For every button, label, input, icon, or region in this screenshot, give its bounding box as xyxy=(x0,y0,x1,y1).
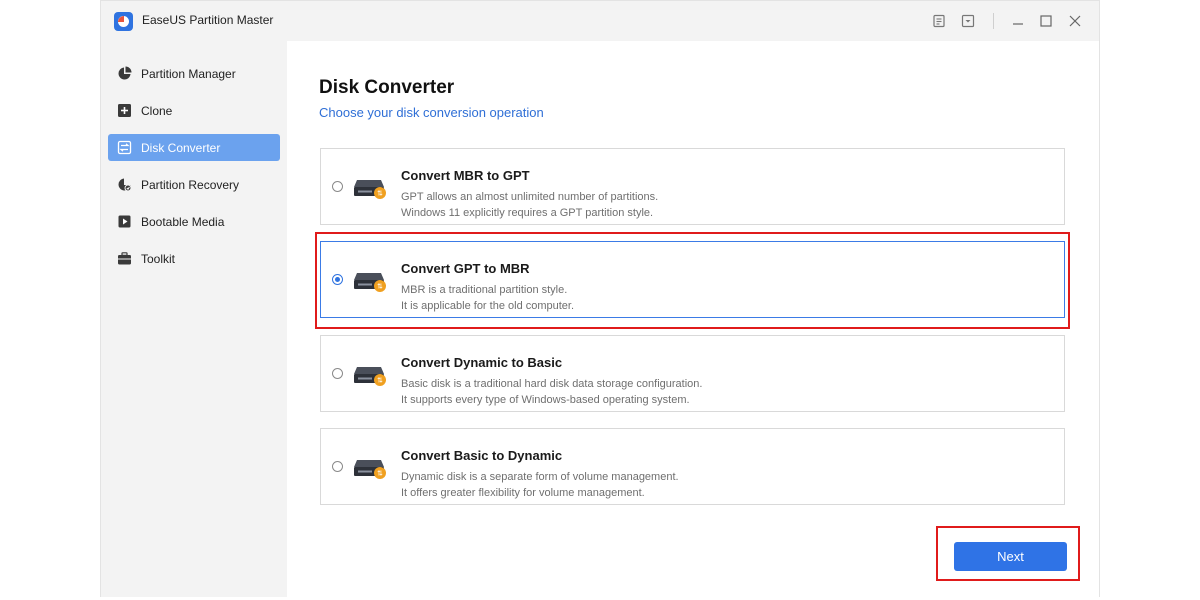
svg-text:⇅: ⇅ xyxy=(377,283,383,291)
pie-chart-icon xyxy=(116,66,132,82)
option-description-line2: Windows 11 explicitly requires a GPT par… xyxy=(401,207,654,219)
sidebar-item-label: Partition Manager xyxy=(141,66,236,81)
maximize-icon[interactable] xyxy=(1038,13,1054,29)
radio-button[interactable] xyxy=(332,461,343,472)
sidebar-item-label: Bootable Media xyxy=(141,214,225,229)
main-content: Disk Converter Choose your disk conversi… xyxy=(287,41,1099,597)
sidebar-item-toolkit[interactable]: Toolkit xyxy=(108,245,280,272)
option-title: Convert GPT to MBR xyxy=(401,261,530,276)
option-title: Convert Basic to Dynamic xyxy=(401,448,563,463)
toolkit-icon xyxy=(116,251,132,267)
download-icon[interactable] xyxy=(960,13,976,29)
option-description-line2: It offers greater flexibility for volume… xyxy=(401,487,645,499)
radio-button[interactable] xyxy=(332,181,343,192)
hard-disk-icon: ⇅ xyxy=(354,273,386,292)
svg-text:⇅: ⇅ xyxy=(377,190,383,198)
partition-recovery-icon xyxy=(116,177,132,193)
svg-text:⇅: ⇅ xyxy=(377,377,383,385)
svg-text:⇅: ⇅ xyxy=(377,470,383,478)
page-title: Disk Converter xyxy=(319,77,455,98)
option-dynamic-to-basic[interactable]: ⇅ Convert Dynamic to Basic Basic disk is… xyxy=(320,335,1065,412)
option-title: Convert MBR to GPT xyxy=(401,168,530,183)
sidebar-item-clone[interactable]: Clone xyxy=(108,97,280,124)
minimize-icon[interactable] xyxy=(1010,13,1026,29)
sidebar-item-disk-converter[interactable]: Disk Converter xyxy=(108,134,280,161)
radio-button-selected[interactable] xyxy=(332,274,343,285)
sidebar-item-label: Partition Recovery xyxy=(141,177,240,192)
radio-button[interactable] xyxy=(332,368,343,379)
sidebar-item-partition-manager[interactable]: Partition Manager xyxy=(108,60,280,87)
sidebar-item-label: Toolkit xyxy=(141,251,176,266)
sidebar-item-label: Disk Converter xyxy=(141,140,221,155)
disk-converter-icon xyxy=(116,140,132,156)
app-window: EaseUS Partition Master Partition Manage… xyxy=(100,0,1100,597)
titlebar-separator xyxy=(993,13,994,29)
option-description-line2: It is applicable for the old computer. xyxy=(401,300,575,312)
next-button[interactable]: Next xyxy=(954,542,1067,571)
sidebar-item-label: Clone xyxy=(141,103,173,118)
option-basic-to-dynamic[interactable]: ⇅ Convert Basic to Dynamic Dynamic disk … xyxy=(320,428,1065,505)
option-description-line1: Dynamic disk is a separate form of volum… xyxy=(401,471,679,483)
option-mbr-to-gpt[interactable]: ⇅ Convert MBR to GPT GPT allows an almos… xyxy=(320,148,1065,225)
feedback-icon[interactable] xyxy=(931,13,947,29)
option-description-line2: It supports every type of Windows-based … xyxy=(401,394,690,406)
clone-icon xyxy=(116,103,132,119)
hard-disk-icon: ⇅ xyxy=(354,367,386,386)
option-title: Convert Dynamic to Basic xyxy=(401,355,563,370)
bootable-media-icon xyxy=(116,214,132,230)
app-logo-icon xyxy=(114,12,133,31)
hard-disk-icon: ⇅ xyxy=(354,460,386,479)
option-description-line1: GPT allows an almost unlimited number of… xyxy=(401,191,659,203)
option-description-line1: Basic disk is a traditional hard disk da… xyxy=(401,378,703,390)
title-bar: EaseUS Partition Master xyxy=(101,1,1099,41)
option-description-line1: MBR is a traditional partition style. xyxy=(401,284,568,296)
hard-disk-icon: ⇅ xyxy=(354,180,386,199)
sidebar-item-partition-recovery[interactable]: Partition Recovery xyxy=(108,171,280,198)
close-icon[interactable] xyxy=(1067,13,1083,29)
sidebar-item-bootable-media[interactable]: Bootable Media xyxy=(108,208,280,235)
page-subtitle: Choose your disk conversion operation xyxy=(319,105,544,120)
sidebar: Partition Manager Clone Disk Converter P… xyxy=(101,41,287,597)
app-title: EaseUS Partition Master xyxy=(142,13,274,27)
option-gpt-to-mbr[interactable]: ⇅ Convert GPT to MBR MBR is a traditiona… xyxy=(320,241,1065,318)
